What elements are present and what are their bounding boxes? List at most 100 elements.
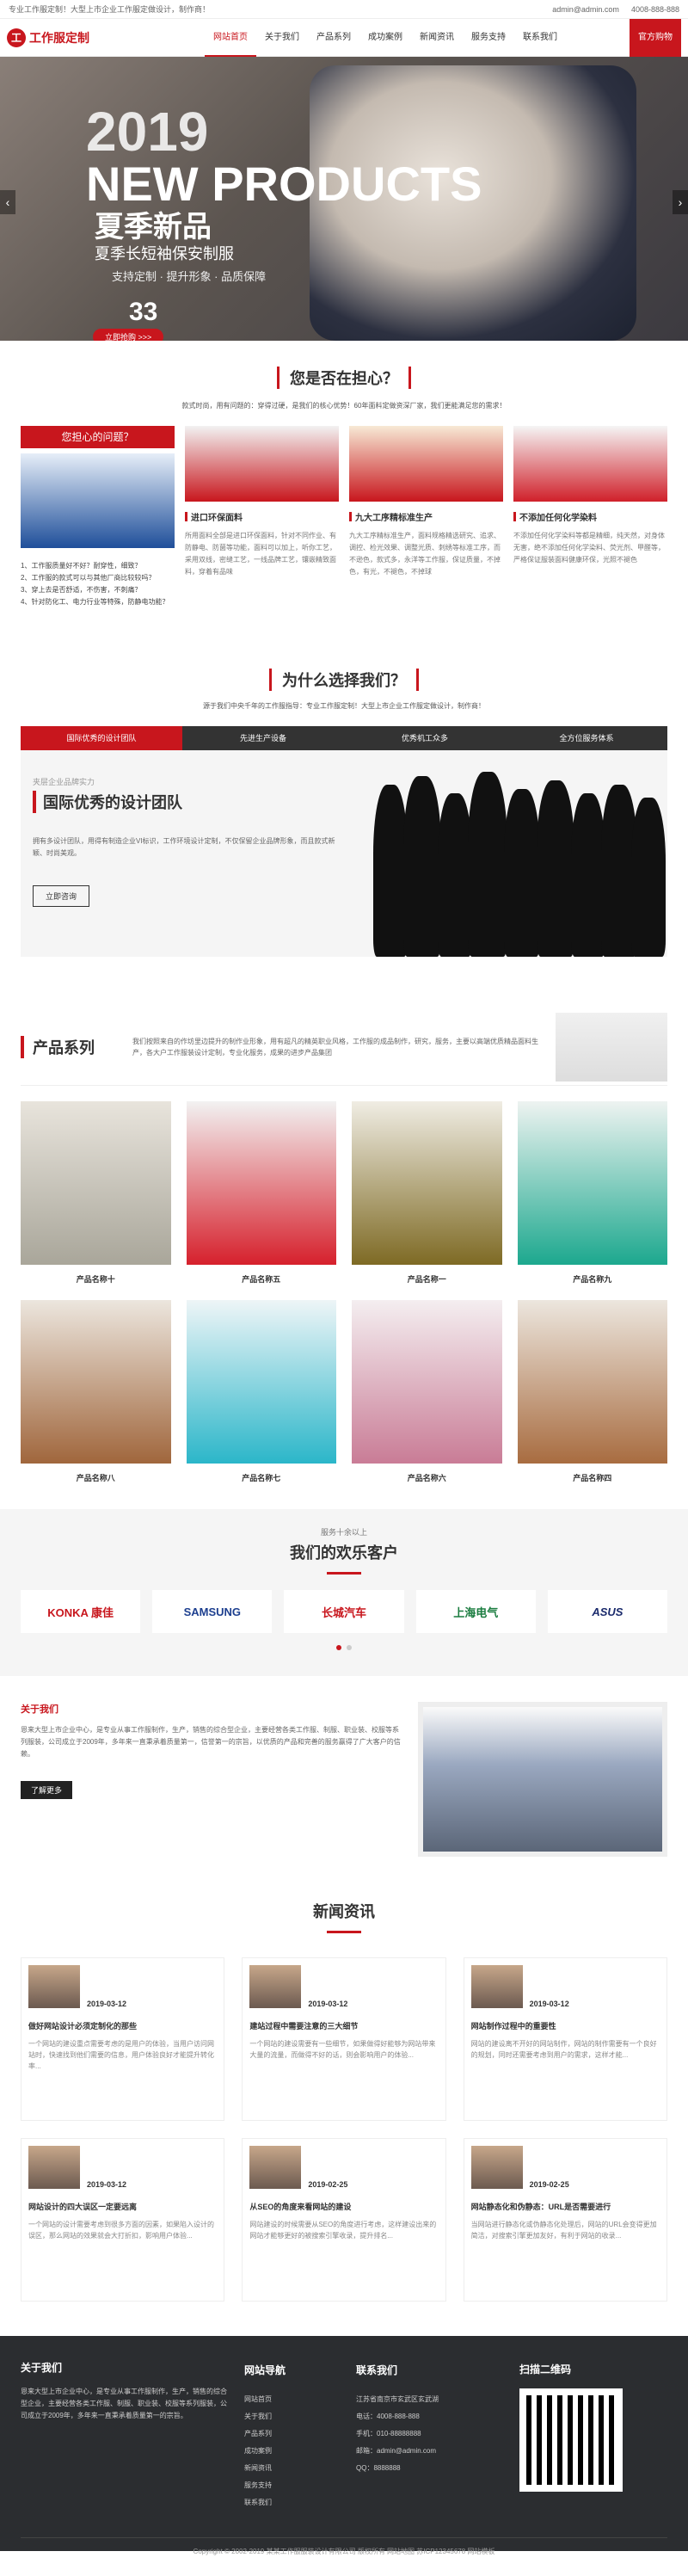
footer-link[interactable]: 关于我们 bbox=[244, 2408, 339, 2425]
banner-tagline: 支持定制 · 提升形象 · 品质保障 bbox=[112, 270, 267, 283]
feature-card: 不添加任何化学染料 不添加任何化学染料等都是精细，纯天然，对身体无害，绝不添加任… bbox=[513, 426, 667, 608]
email-link[interactable]: admin@admin.com bbox=[552, 5, 619, 14]
news-headline[interactable]: 网站静态化和伪静态：URL是否需要进行 bbox=[471, 2201, 660, 2212]
site-logo[interactable]: 工工作服定制 bbox=[7, 28, 205, 47]
product-card[interactable]: 产品名称十 bbox=[21, 1101, 171, 1285]
learn-more-button[interactable]: 了解更多 bbox=[21, 1781, 73, 1799]
product-name: 产品名称四 bbox=[573, 1474, 612, 1482]
news-date: 2019-03-12 bbox=[87, 2180, 127, 2189]
why-desc: 源于我们中央千年的工作服指导：专业工作服定制！大型上市企业工作服定做设计，制作商… bbox=[203, 702, 485, 710]
news-card[interactable]: 2019-02-25 网站静态化和伪静态：URL是否需要进行 当网站进行静态化或伪静… bbox=[463, 2138, 667, 2302]
banner-subtitle: 夏季长短袖保安制服 bbox=[95, 245, 234, 262]
news-thumb bbox=[470, 1965, 523, 2008]
news-headline[interactable]: 从SEO的角度来看网站的建设 bbox=[249, 2201, 438, 2212]
news-headline[interactable]: 做好网站设计必须定制化的那些 bbox=[28, 2020, 217, 2031]
footer-about-text: 恩来大型上市企业中心，是专业从事工作服制作，生产，销售的综合型企业，主要经营各类… bbox=[21, 2388, 227, 2419]
clients-title: 我们的欢乐客户 bbox=[290, 1544, 398, 1562]
tab-workers[interactable]: 优秀机工众多 bbox=[344, 726, 506, 750]
footer-link[interactable]: 网站首页 bbox=[244, 2391, 339, 2408]
news-thumb bbox=[249, 1965, 302, 2008]
news-headline[interactable]: 网站制作过程中的重要性 bbox=[471, 2020, 660, 2031]
nav-support[interactable]: 服务支持 bbox=[463, 19, 514, 57]
product-name: 产品名称十 bbox=[76, 1275, 115, 1284]
product-card[interactable]: 产品名称八 bbox=[21, 1300, 171, 1483]
nav-home[interactable]: 网站首页 bbox=[205, 19, 256, 57]
banner-buy-button[interactable]: 立即抢购 >>> bbox=[93, 329, 164, 341]
product-image bbox=[21, 1101, 171, 1265]
contact-address: 江苏省南京市玄武区玄武湖 bbox=[356, 2395, 439, 2403]
footer-link[interactable]: 联系我们 bbox=[244, 2494, 339, 2511]
feature-text: 不添加任何化学染料等都是精细，纯天然，对身体无害，绝不添加任何化学染料、荧光剂、… bbox=[513, 532, 665, 564]
client-logo-konka[interactable]: KONKA 康佳 bbox=[21, 1590, 141, 1633]
copyright: Copyright © 2002-2019 某某工作服服装设计有限公司 版权所有… bbox=[21, 2537, 667, 2556]
news-card[interactable]: 2019-02-25 从SEO的角度来看网站的建设 网站建设的时候需要从SEO的角度… bbox=[242, 2138, 446, 2302]
nav-shop-button[interactable]: 官方购物 bbox=[630, 18, 681, 57]
contact-email[interactable]: 邮箱：admin@admin.com bbox=[356, 2443, 502, 2460]
tab-service[interactable]: 全方位服务体系 bbox=[506, 726, 667, 750]
tab-equipment[interactable]: 先进生产设备 bbox=[182, 726, 344, 750]
client-logo-shanghai-electric[interactable]: 上海电气 bbox=[415, 1590, 536, 1633]
news-card[interactable]: 2019-03-12 网站制作过程中的重要性 网站的建设离不开好的网站制作，网站的制… bbox=[463, 1957, 667, 2121]
top-bar-text: 专业工作服定制！大型上市企业工作服定做设计，制作商！ bbox=[9, 5, 211, 14]
top-bar: 专业工作服定制！大型上市企业工作服定做设计，制作商！ admin@admin.c… bbox=[0, 0, 688, 19]
worry-title: 您是否在担心？ bbox=[277, 367, 411, 389]
client-logo-asus[interactable]: ASUS bbox=[547, 1590, 668, 1633]
footer-link[interactable]: 服务支持 bbox=[244, 2477, 339, 2494]
banner-number: 33 bbox=[129, 298, 158, 326]
product-card[interactable]: 产品名称六 bbox=[352, 1300, 502, 1483]
product-card[interactable]: 产品名称四 bbox=[517, 1300, 667, 1483]
hero-banner: 2019 NEW PRODUCTS 夏季新品 夏季长短袖保安制服 支持定制 · … bbox=[0, 57, 688, 341]
product-card[interactable]: 产品名称九 bbox=[517, 1101, 667, 1285]
product-image bbox=[352, 1101, 502, 1265]
news-section: 新闻资讯 2019-03-12 做好网站设计必须定制化的那些 一个网站的建设重点需要… bbox=[0, 1883, 688, 2302]
team-silhouettes bbox=[356, 767, 667, 957]
product-name: 产品名称八 bbox=[76, 1474, 115, 1482]
nav-contact[interactable]: 联系我们 bbox=[514, 19, 566, 57]
nav-products[interactable]: 产品系列 bbox=[308, 19, 359, 57]
banner-year: 2019 bbox=[86, 101, 209, 163]
product-name: 产品名称九 bbox=[573, 1275, 612, 1284]
news-headline[interactable]: 网站设计的四大误区一定要远离 bbox=[28, 2201, 217, 2212]
worry-desc: 款式时尚，用有问题的：穿得过硬，是我们的核心优势！60年面料定做资深厂家，我们更… bbox=[181, 402, 507, 410]
news-card[interactable]: 2019-03-12 建站过程中需要注意的三大细节 一个网站的建设需要有一些细节，如… bbox=[242, 1957, 446, 2121]
about-text: 恩来大型上市企业中心，是专业从事工作服制作，生产，销售的综合型企业，主要经营各类… bbox=[21, 1726, 401, 1758]
feature-text: 九大工序精标准生产，面料规格精选研究、追求、调控、检光效果、调整光质、刺绣等标准… bbox=[349, 532, 501, 576]
footer-link[interactable]: 成功案例 bbox=[244, 2443, 339, 2460]
next-arrow-icon[interactable]: › bbox=[673, 190, 688, 214]
feature-card: 进口环保面料 所用面料全部是进口环保面料，针对不同作业、有防静电、防菌等功能，面… bbox=[185, 426, 339, 608]
footer-link[interactable]: 产品系列 bbox=[244, 2425, 339, 2443]
why-title: 为什么选择我们？ bbox=[269, 669, 419, 691]
nav-cases[interactable]: 成功案例 bbox=[359, 19, 411, 57]
question-item: 3、穿上去是否舒适，不伤害，不刺痛？ bbox=[21, 586, 142, 594]
team-panel: 夹层企业品牌实力 国际优秀的设计团队 拥有多设计团队，用得有制造企业VI标识，工… bbox=[21, 750, 667, 957]
clients-small: 服务十余以上 bbox=[320, 1528, 367, 1537]
nav-about[interactable]: 关于我们 bbox=[256, 19, 308, 57]
main-nav: 工工作服定制 网站首页 关于我们 产品系列 成功案例 新闻资讯 服务支持 联系我… bbox=[0, 18, 688, 57]
product-card[interactable]: 产品名称五 bbox=[186, 1101, 336, 1285]
product-name: 产品名称五 bbox=[242, 1275, 281, 1284]
clients-section: 服务十余以上 我们的欢乐客户 KONKA 康佳 SAMSUNG 长城汽车 上海电… bbox=[0, 1509, 688, 1676]
products-title: 产品系列 bbox=[21, 1035, 115, 1058]
feature-image bbox=[185, 426, 339, 502]
client-logo-greatwall[interactable]: 长城汽车 bbox=[284, 1590, 404, 1633]
prev-arrow-icon[interactable]: ‹ bbox=[0, 190, 15, 214]
contact-qq: QQ：8888888 bbox=[356, 2464, 401, 2472]
client-logo-samsung[interactable]: SAMSUNG bbox=[152, 1590, 273, 1633]
nav-news[interactable]: 新闻资讯 bbox=[411, 19, 463, 57]
carousel-dot[interactable] bbox=[347, 1645, 352, 1650]
news-card[interactable]: 2019-03-12 做好网站设计必须定制化的那些 一个网站的建设重点需要考虑的是用… bbox=[21, 1957, 225, 2121]
product-name: 产品名称七 bbox=[242, 1474, 281, 1482]
news-excerpt: 当网站进行静态化或伪静态化处理后，网站的URL会变得更加简洁，对搜索引擎更加友好… bbox=[470, 2221, 657, 2240]
consult-button[interactable]: 立即咨询 bbox=[33, 885, 90, 907]
news-headline[interactable]: 建站过程中需要注意的三大细节 bbox=[249, 2020, 438, 2031]
logo-icon: 工 bbox=[7, 28, 26, 47]
news-card[interactable]: 2019-03-12 网站设计的四大误区一定要远离 一个网站的设计需要考虑到很多方面… bbox=[21, 2138, 225, 2302]
footer-link[interactable]: 新闻资讯 bbox=[244, 2460, 339, 2477]
carousel-dot[interactable] bbox=[336, 1645, 341, 1650]
product-card[interactable]: 产品名称七 bbox=[186, 1300, 336, 1483]
product-card[interactable]: 产品名称一 bbox=[352, 1101, 502, 1285]
feature-title: 九大工序精标准生产 bbox=[349, 510, 503, 523]
worry-section: 您是否在担心？ 款式时尚，用有问题的：穿得过硬，是我们的核心优势！60年面料定做… bbox=[0, 341, 688, 608]
product-image bbox=[186, 1101, 336, 1265]
tab-design-team[interactable]: 国际优秀的设计团队 bbox=[21, 726, 182, 750]
